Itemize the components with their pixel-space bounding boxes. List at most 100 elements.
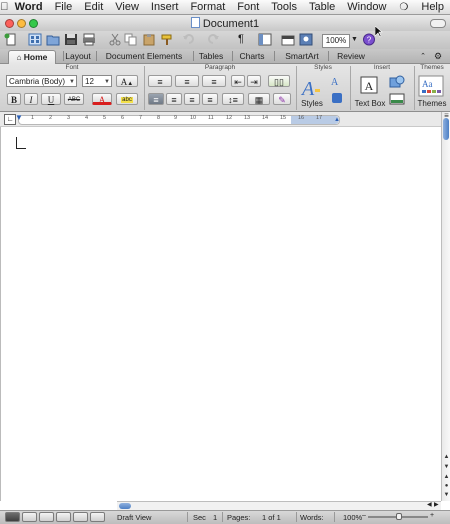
menu-edit[interactable]: Edit <box>78 1 109 13</box>
align-center-button[interactable]: ≡ <box>166 93 182 105</box>
grow-font-button[interactable]: A▲ <box>116 75 138 87</box>
help-icon[interactable]: ? <box>362 33 376 46</box>
tab-tables[interactable]: Tables <box>195 50 227 63</box>
menu-file[interactable]: File <box>49 1 79 13</box>
strikethrough-button[interactable]: ABC <box>64 93 84 105</box>
shading-button[interactable]: ▦ <box>248 93 270 105</box>
scroll-up-icon[interactable]: ▲ <box>443 454 450 460</box>
font-size-field[interactable]: 12 ▼ <box>82 75 112 87</box>
bullets-button[interactable]: ≡ <box>148 75 172 87</box>
first-line-indent-marker[interactable]: ▼ <box>15 113 23 122</box>
zoom-slider-knob[interactable] <box>396 513 402 520</box>
bold-button[interactable]: B <box>7 93 21 105</box>
shape-icon[interactable] <box>389 75 405 89</box>
previous-page-icon[interactable]: ▲ <box>443 474 450 480</box>
next-page-icon[interactable]: ▼ <box>443 492 450 498</box>
multilevel-list-button[interactable]: ≡ <box>202 75 226 87</box>
themes-button-label[interactable]: Themes <box>414 99 450 108</box>
print-icon[interactable] <box>82 33 96 46</box>
styles-button-label[interactable]: Styles <box>298 99 326 108</box>
highlight-button[interactable]: abc <box>116 93 138 105</box>
menu-help[interactable]: Help <box>415 1 450 13</box>
format-painter-icon[interactable] <box>160 33 174 46</box>
style-set-icon[interactable] <box>330 92 344 104</box>
numbering-button[interactable]: ≡ <box>175 75 199 87</box>
tab-home[interactable]: ⌂ Home <box>8 50 56 64</box>
tab-charts[interactable]: Charts <box>236 50 268 63</box>
tab-layout[interactable]: Layout <box>63 50 93 63</box>
horizontal-ruler[interactable]: ▼ 1 2 3 4 5 6 7 8 9 10 11 12 13 14 15 16… <box>15 113 340 125</box>
redo-icon[interactable] <box>206 33 220 46</box>
menu-view[interactable]: View <box>109 1 145 13</box>
font-name-field[interactable]: Cambria (Body) ▼ <box>6 75 77 87</box>
sidebar-icon[interactable] <box>258 33 272 46</box>
decrease-indent-button[interactable]: ⇤ <box>231 75 245 87</box>
templates-icon[interactable] <box>28 33 42 46</box>
paragraph-marks-icon[interactable]: ¶ <box>234 33 248 46</box>
increase-indent-button[interactable]: ⇥ <box>247 75 261 87</box>
collapse-ribbon-icon[interactable]: ⌃ <box>418 50 428 63</box>
menu-word[interactable]: Word <box>9 1 49 13</box>
tab-separator <box>193 51 194 61</box>
text-box-icon[interactable]: A <box>360 76 378 94</box>
align-left-button[interactable]: ≡ <box>148 93 164 105</box>
vertical-scroll-thumb[interactable] <box>443 118 449 140</box>
toolbox-icon[interactable] <box>281 33 295 46</box>
script-menu-icon[interactable]: ❍ <box>392 2 415 13</box>
document-canvas[interactable] <box>0 127 441 500</box>
toolbar-toggle-button[interactable] <box>430 19 446 28</box>
scroll-right-icon[interactable]: ▶ <box>434 501 439 508</box>
text-direction-button[interactable]: ✎ <box>273 93 291 105</box>
scroll-down-icon[interactable]: ▼ <box>443 464 450 470</box>
chevron-down-icon: ▲ <box>127 81 134 87</box>
font-color-button[interactable]: A <box>92 93 112 105</box>
right-indent-marker[interactable]: ▲ <box>334 117 340 123</box>
text-box-label[interactable]: Text Box <box>352 99 388 108</box>
zoom-field[interactable]: 100% <box>322 34 350 48</box>
ribbon-options-gear-icon[interactable]: ⚙ <box>432 50 444 63</box>
cut-icon[interactable] <box>108 33 122 46</box>
menu-format[interactable]: Format <box>184 1 231 13</box>
picture-icon[interactable] <box>389 93 405 105</box>
new-icon[interactable] <box>4 33 18 46</box>
group-separator <box>296 66 297 110</box>
change-styles-icon[interactable]: A <box>330 75 344 87</box>
menu-font[interactable]: Font <box>231 1 265 13</box>
browse-object-icon[interactable]: ● <box>443 483 450 489</box>
columns-button[interactable]: ▯▯ <box>268 75 290 87</box>
tab-review[interactable]: Review <box>334 50 368 63</box>
focus-view-button[interactable] <box>90 512 105 522</box>
publishing-layout-button[interactable] <box>39 512 54 522</box>
italic-button[interactable]: I <box>24 93 38 105</box>
open-icon[interactable] <box>46 33 60 46</box>
undo-icon[interactable] <box>182 33 196 46</box>
draft-view-button[interactable] <box>5 512 20 522</box>
outline-view-button[interactable] <box>22 512 37 522</box>
tab-smartart[interactable]: SmartArt <box>281 50 323 63</box>
tab-document-elements[interactable]: Document Elements <box>99 50 189 63</box>
line-spacing-button[interactable]: ↕≡ <box>222 93 244 105</box>
zoom-slider[interactable] <box>368 513 428 520</box>
zoom-in-icon[interactable]: + <box>430 512 434 519</box>
menu-window[interactable]: Window <box>341 1 392 13</box>
styles-gallery-icon[interactable]: A <box>300 75 322 99</box>
vertical-scrollbar[interactable]: ≡ ▲ ▼ ▲ ● ▼ <box>441 111 450 501</box>
words-label[interactable]: Words: <box>300 513 324 523</box>
save-icon[interactable] <box>64 33 78 46</box>
scroll-left-icon[interactable]: ◀ <box>427 501 432 508</box>
align-right-button[interactable]: ≡ <box>184 93 200 105</box>
zoom-out-icon[interactable]: – <box>362 512 366 519</box>
themes-gallery-icon[interactable]: Aa <box>418 75 444 97</box>
underline-button[interactable]: U <box>41 93 61 105</box>
copy-icon[interactable] <box>124 33 138 46</box>
horizontal-scroll-thumb[interactable] <box>119 503 131 509</box>
media-icon[interactable] <box>299 33 313 46</box>
menu-insert[interactable]: Insert <box>145 1 185 13</box>
justify-button[interactable]: ≡ <box>202 93 218 105</box>
apple-icon[interactable]:  <box>0 1 9 13</box>
notebook-layout-button[interactable] <box>73 512 88 522</box>
menu-table[interactable]: Table <box>303 1 341 13</box>
menu-tools[interactable]: Tools <box>265 1 303 13</box>
print-layout-button[interactable] <box>56 512 71 522</box>
paste-icon[interactable] <box>142 33 156 46</box>
